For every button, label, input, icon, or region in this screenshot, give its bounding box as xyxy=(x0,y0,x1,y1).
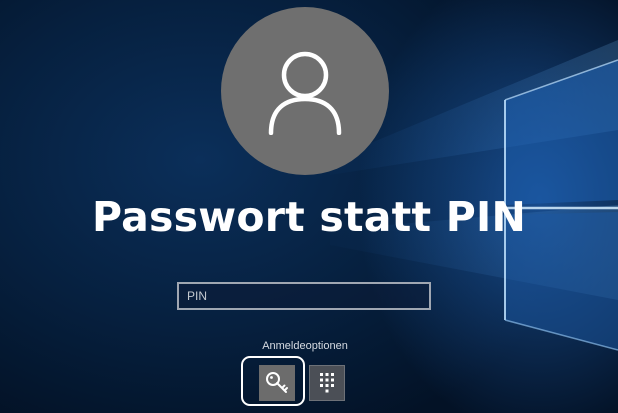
key-icon xyxy=(266,372,288,393)
password-option-button[interactable] xyxy=(259,365,295,401)
page-title: Passwort statt PIN xyxy=(92,193,526,241)
user-icon xyxy=(268,51,342,135)
pin-option-button[interactable] xyxy=(309,365,345,401)
user-avatar xyxy=(221,7,389,175)
pin-input[interactable] xyxy=(177,282,431,310)
pin-keypad-icon xyxy=(320,373,334,393)
sign-in-options-label: Anmeldeoptionen xyxy=(262,340,348,352)
